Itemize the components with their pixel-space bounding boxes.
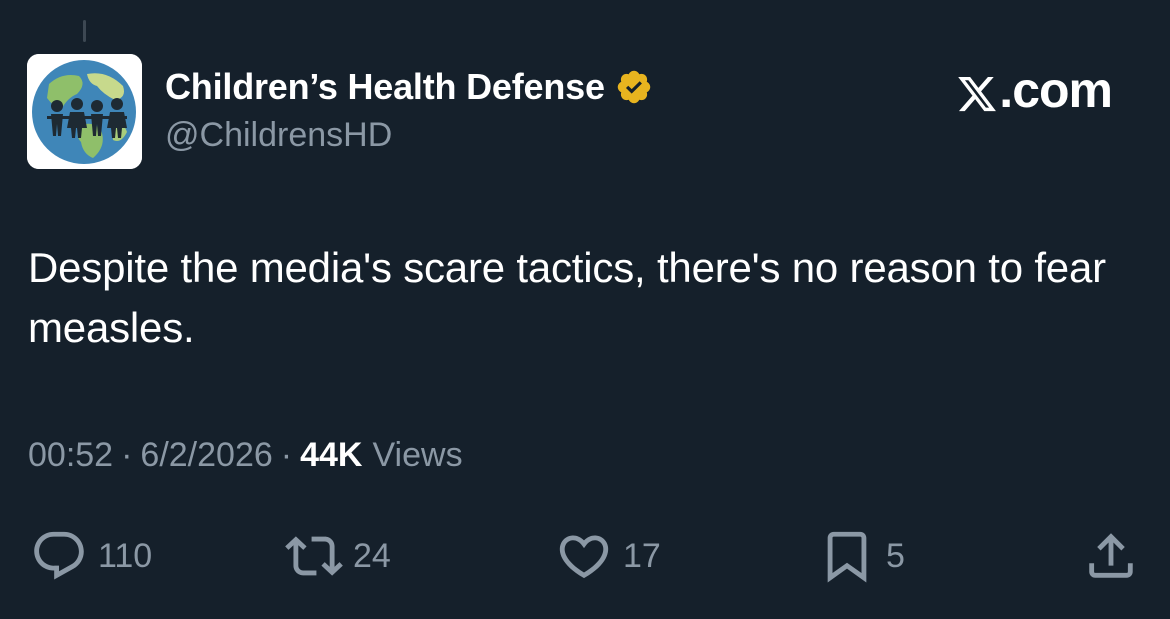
brand-domain-label: .com xyxy=(999,62,1113,118)
reply-icon xyxy=(30,527,88,585)
post-time[interactable]: 00:52 xyxy=(28,436,113,475)
reply-button[interactable]: 110 xyxy=(30,526,152,586)
author-name-row: Children’s Health Defense xyxy=(165,62,653,112)
views-count: 44K xyxy=(300,436,363,474)
post-date[interactable]: 6/2/2026 xyxy=(140,436,272,475)
avatar[interactable] xyxy=(27,54,142,169)
like-button[interactable]: 17 xyxy=(555,526,661,586)
share-icon xyxy=(1082,527,1140,585)
reply-count: 110 xyxy=(98,536,153,575)
verified-badge-icon[interactable] xyxy=(615,68,653,106)
heart-icon xyxy=(555,527,613,585)
author-display-name[interactable]: Children’s Health Defense xyxy=(165,66,605,108)
brand-watermark: .com xyxy=(956,62,1113,118)
bookmark-icon xyxy=(818,527,876,585)
like-count: 17 xyxy=(623,536,661,575)
post-text: Despite the media's scare tactics, there… xyxy=(28,244,1106,351)
repost-button[interactable]: 24 xyxy=(285,526,391,586)
share-button[interactable] xyxy=(1082,526,1140,586)
globe-children-logo-icon xyxy=(27,54,142,169)
meta-separator: · xyxy=(121,436,133,474)
bookmark-button[interactable]: 5 xyxy=(818,526,905,586)
thread-connector-line xyxy=(83,20,86,42)
author-handle[interactable]: @ChildrensHD xyxy=(165,116,392,155)
meta-separator: · xyxy=(280,436,293,474)
action-bar: 110 24 17 5 xyxy=(0,526,1170,586)
repost-count: 24 xyxy=(353,536,391,575)
x-logo-icon xyxy=(956,69,998,112)
repost-icon xyxy=(285,527,343,585)
views-label: Views xyxy=(372,436,463,474)
bookmark-count: 5 xyxy=(886,536,905,575)
post-metadata: 00:52 · 6/2/2026 · 44K Views xyxy=(28,436,463,475)
